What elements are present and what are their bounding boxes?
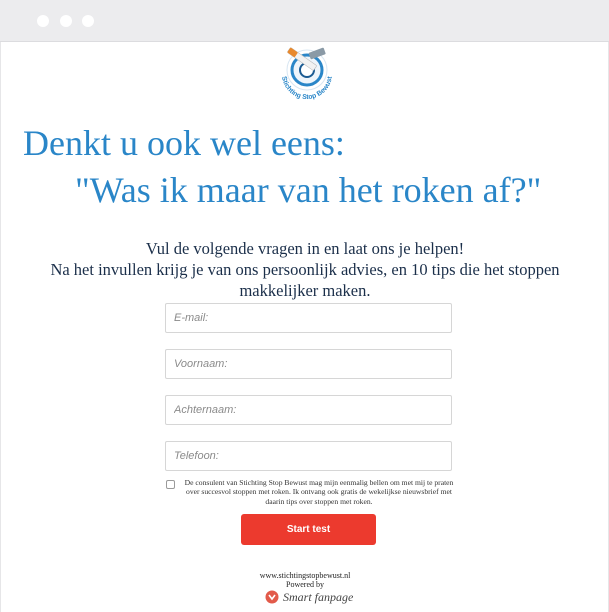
intro-line-1: Vul de volgende vragen in en laat ons je… [145,239,465,258]
smart-fanpage-brand[interactable]: Smart fanpage [265,589,375,605]
lastname-field[interactable] [165,395,452,425]
intro-line-2: Na het invullen krijg je van ons persoon… [50,260,560,300]
firstname-field[interactable] [165,349,452,379]
phone-field[interactable] [165,441,452,471]
consent-text: De consulent van Stichting Stop Bewust m… [184,478,454,506]
page-content: Stichting Stop Bewust Denkt u ook wel ee… [0,42,609,612]
powered-by-label: Powered by [286,580,324,589]
brand-text: Smart fanpage [283,590,354,604]
consent-checkbox[interactable] [166,480,175,489]
footer-url[interactable]: www.stichtingstopbewust.nl [205,571,405,580]
headline-line-1: Denkt u ook wel eens: [23,123,345,163]
window-dot-icon [82,15,94,27]
email-field[interactable] [165,303,452,333]
smart-fanpage-icon [265,590,279,604]
window-dot-icon [37,15,49,27]
window-dot-icon [60,15,72,27]
browser-title-bar [0,0,609,42]
headline-line-2: "Was ik maar van het roken af?" [75,170,542,210]
start-test-button[interactable]: Start test [241,514,376,545]
stop-bewust-logo: Stichting Stop Bewust [280,47,334,101]
